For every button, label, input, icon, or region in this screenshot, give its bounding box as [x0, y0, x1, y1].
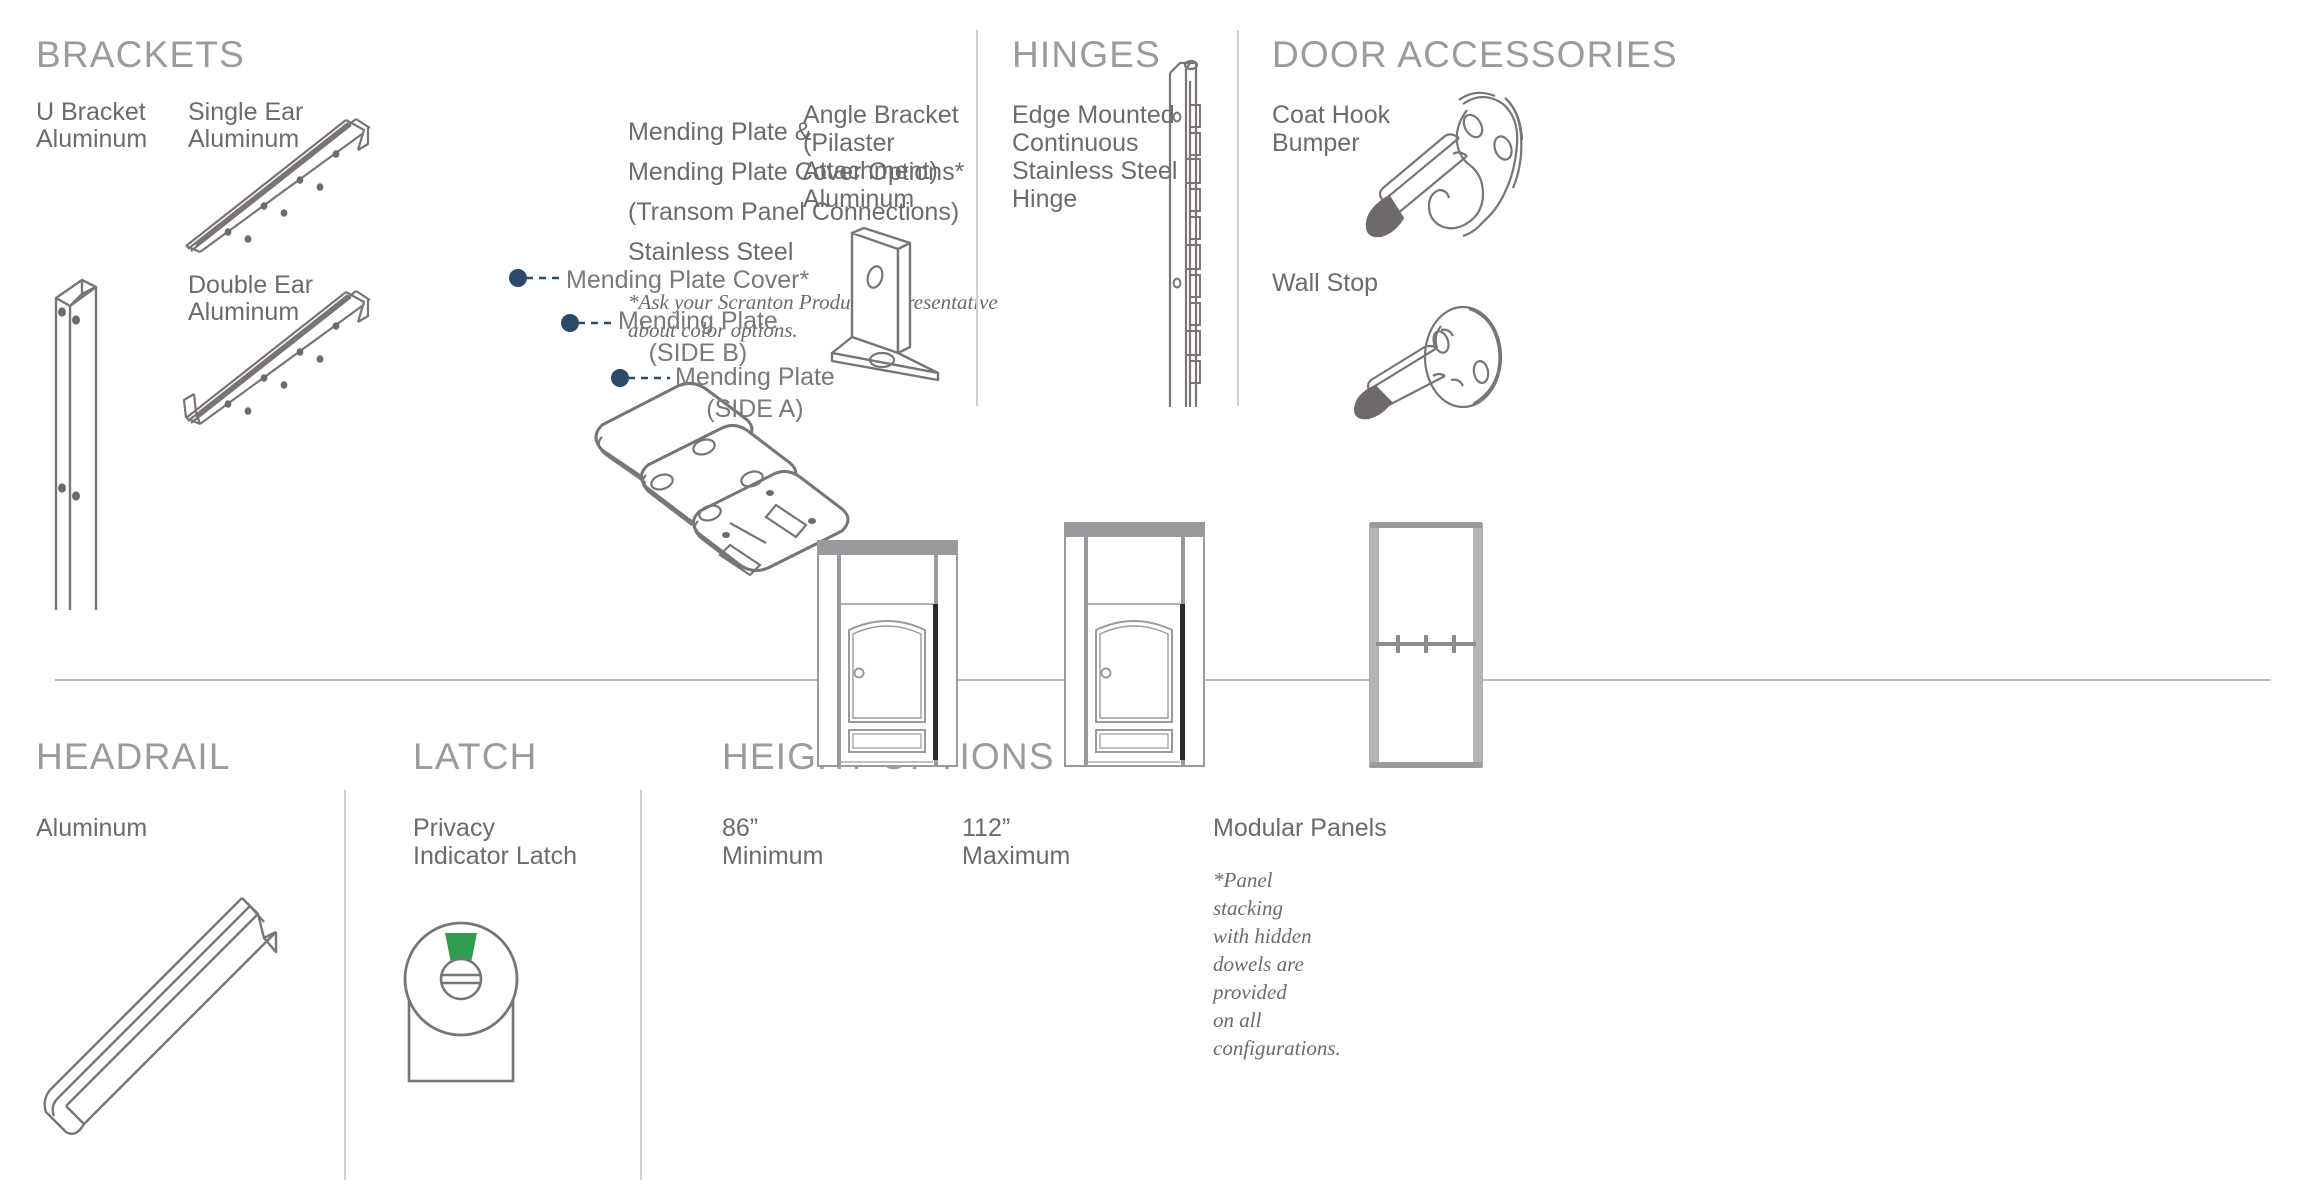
double-ear-bracket-illustration [178, 280, 378, 426]
section-title-headrail: HEADRAIL [36, 736, 231, 777]
angle-bracket-illustration [820, 225, 970, 382]
callout-mending-plate-cover: Mending Plate Cover* [566, 266, 810, 294]
divider-before-height-options [640, 790, 642, 1180]
label-u-bracket-material: Aluminum [36, 125, 148, 153]
label-hinge-line4: Hinge [1012, 185, 1078, 213]
divider-before-latch [344, 790, 346, 1180]
callout-mending-plate-side-a: Mending Plate (SIDE A) [675, 363, 835, 423]
wall-stop-illustration [1345, 300, 1525, 420]
section-title-latch: LATCH [413, 736, 538, 777]
door-diagram-86in [815, 540, 960, 768]
u-bracket-illustration [30, 250, 150, 615]
callout-mending-plate-side-b: Mending Plate (SIDE B) [618, 307, 778, 367]
label-latch-line2: Indicator Latch [413, 842, 577, 870]
section-title-brackets: BRACKETS [36, 34, 246, 75]
note-modular-panels: *Panel stacking with hidden dowels are p… [1213, 868, 1341, 1060]
label-height-min-caption: Minimum [722, 842, 824, 870]
label-modular-panels-title: Modular Panels [1213, 814, 1387, 842]
privacy-indicator-latch-illustration [403, 915, 525, 1085]
label-angle-bracket-line4: Aluminum [803, 185, 915, 213]
single-ear-bracket-illustration [178, 108, 378, 254]
section-title-door-accessories: DOOR ACCESSORIES [1272, 34, 1678, 75]
label-mending-plate-line1: Mending Plate & [628, 118, 812, 146]
divider-before-hinges [976, 30, 978, 406]
label-height-max-caption: Maximum [962, 842, 1071, 870]
label-coat-hook-line2: Bumper [1272, 129, 1360, 157]
modular-panel-diagram [1366, 520, 1486, 770]
continuous-hinge-illustration [1160, 55, 1214, 410]
section-title-hinges: HINGES [1012, 34, 1162, 75]
label-headrail-material: Aluminum [36, 814, 148, 842]
coat-hook-illustration [1355, 80, 1535, 270]
divider-before-door-accessories [1237, 30, 1239, 406]
door-diagram-112in [1062, 522, 1207, 768]
headrail-illustration [36, 880, 296, 1140]
label-wall-stop: Wall Stop [1272, 269, 1379, 297]
